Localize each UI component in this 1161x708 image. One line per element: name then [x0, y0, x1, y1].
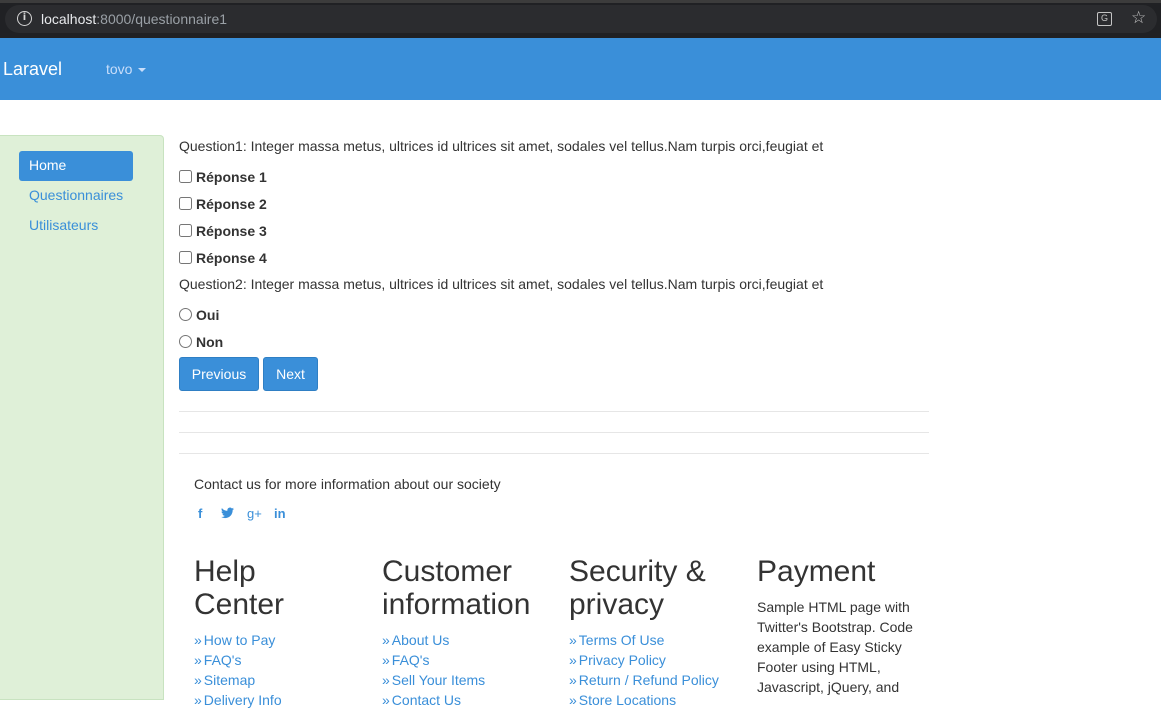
- navbar-brand[interactable]: Laravel: [3, 59, 62, 80]
- footer-link[interactable]: » FAQ's: [194, 652, 241, 668]
- footer-link[interactable]: » Privacy Policy: [569, 652, 666, 668]
- double-chevron-icon: »: [382, 692, 390, 708]
- question-1-option-1[interactable]: Réponse 1: [179, 169, 267, 185]
- google-plus-icon[interactable]: g+: [247, 506, 262, 521]
- browser-tab-strip: [0, 0, 1161, 3]
- double-chevron-icon: »: [194, 692, 202, 708]
- user-dropdown[interactable]: tovo: [106, 61, 147, 77]
- checkbox[interactable]: [179, 224, 192, 237]
- footer-link[interactable]: » Sitemap: [194, 672, 255, 688]
- double-chevron-icon: »: [569, 632, 577, 648]
- address-bar[interactable]: i localhost:8000/questionnaire1 G ☆: [5, 5, 1157, 33]
- twitter-icon[interactable]: [221, 506, 234, 521]
- radio-button[interactable]: [179, 308, 192, 321]
- question-1-option-4[interactable]: Réponse 4: [179, 250, 267, 266]
- footer-link[interactable]: » Contact Us: [382, 692, 461, 708]
- radio-button[interactable]: [179, 335, 192, 348]
- double-chevron-icon: »: [569, 692, 577, 708]
- footer-link[interactable]: » Delivery Info: [194, 692, 282, 708]
- contact-text: Contact us for more information about ou…: [194, 476, 501, 492]
- question-1-option-2[interactable]: Réponse 2: [179, 196, 267, 212]
- question-1-option-3[interactable]: Réponse 3: [179, 223, 267, 239]
- footer-link[interactable]: » FAQ's: [382, 652, 429, 668]
- double-chevron-icon: »: [382, 672, 390, 688]
- question-1-text: Question1: Integer massa metus, ultrices…: [179, 138, 824, 154]
- double-chevron-icon: »: [194, 672, 202, 688]
- navbar: Laravel tovo: [0, 38, 1161, 100]
- divider: [179, 411, 929, 412]
- footer-link[interactable]: » How to Pay: [194, 632, 275, 648]
- footer-title-payment: Payment: [757, 555, 876, 588]
- footer-link[interactable]: » Terms Of Use: [569, 632, 664, 648]
- facebook-icon[interactable]: f: [198, 506, 202, 521]
- option-label: Réponse 2: [196, 196, 267, 212]
- checkbox[interactable]: [179, 251, 192, 264]
- option-label: Réponse 1: [196, 169, 267, 185]
- bookmark-star-icon[interactable]: ☆: [1131, 8, 1146, 28]
- linkedin-icon[interactable]: in: [274, 506, 286, 521]
- caret-down-icon: [138, 68, 147, 73]
- double-chevron-icon: »: [382, 632, 390, 648]
- double-chevron-icon: »: [194, 652, 202, 668]
- user-name: tovo: [106, 61, 133, 77]
- option-label: Oui: [196, 307, 220, 323]
- footer-title-customer-information: Customer information: [382, 555, 531, 621]
- payment-description: Sample HTML page with Twitter's Bootstra…: [757, 599, 913, 695]
- option-label: Réponse 4: [196, 250, 267, 266]
- footer-link[interactable]: » Return / Refund Policy: [569, 672, 719, 688]
- checkbox[interactable]: [179, 170, 192, 183]
- footer-link[interactable]: » About Us: [382, 632, 449, 648]
- option-label: Réponse 3: [196, 223, 267, 239]
- sidebar: Home Questionnaires Utilisateurs: [0, 135, 164, 700]
- double-chevron-icon: »: [382, 652, 390, 668]
- url-path: :8000/questionnaire1: [96, 11, 228, 27]
- footer-title-security-privacy: Security & privacy: [569, 555, 706, 621]
- previous-button[interactable]: Previous: [179, 357, 259, 391]
- question-2-text: Question2: Integer massa metus, ultrices…: [179, 276, 824, 292]
- sidebar-item-questionnaires[interactable]: Questionnaires: [19, 181, 133, 211]
- sidebar-item-utilisateurs[interactable]: Utilisateurs: [19, 211, 133, 241]
- url-text[interactable]: localhost:8000/questionnaire1: [41, 11, 227, 27]
- double-chevron-icon: »: [569, 672, 577, 688]
- next-button[interactable]: Next: [263, 357, 318, 391]
- info-icon[interactable]: i: [17, 11, 32, 26]
- footer-link[interactable]: » Store Locations: [569, 692, 676, 708]
- divider: [179, 432, 929, 433]
- sidebar-item-home[interactable]: Home: [19, 151, 133, 181]
- browser-toolbar: i localhost:8000/questionnaire1 G ☆: [0, 0, 1161, 38]
- footer-link[interactable]: » Sell Your Items: [382, 672, 485, 688]
- double-chevron-icon: »: [194, 632, 202, 648]
- translate-icon[interactable]: G: [1097, 12, 1112, 26]
- option-label: Non: [196, 334, 224, 350]
- question-2-option-oui[interactable]: Oui: [179, 307, 219, 323]
- footer-title-help-center: Help Center: [194, 555, 285, 621]
- divider: [179, 453, 929, 454]
- url-host: localhost: [41, 11, 97, 27]
- question-2-option-non[interactable]: Non: [179, 334, 223, 350]
- double-chevron-icon: »: [569, 652, 577, 668]
- checkbox[interactable]: [179, 197, 192, 210]
